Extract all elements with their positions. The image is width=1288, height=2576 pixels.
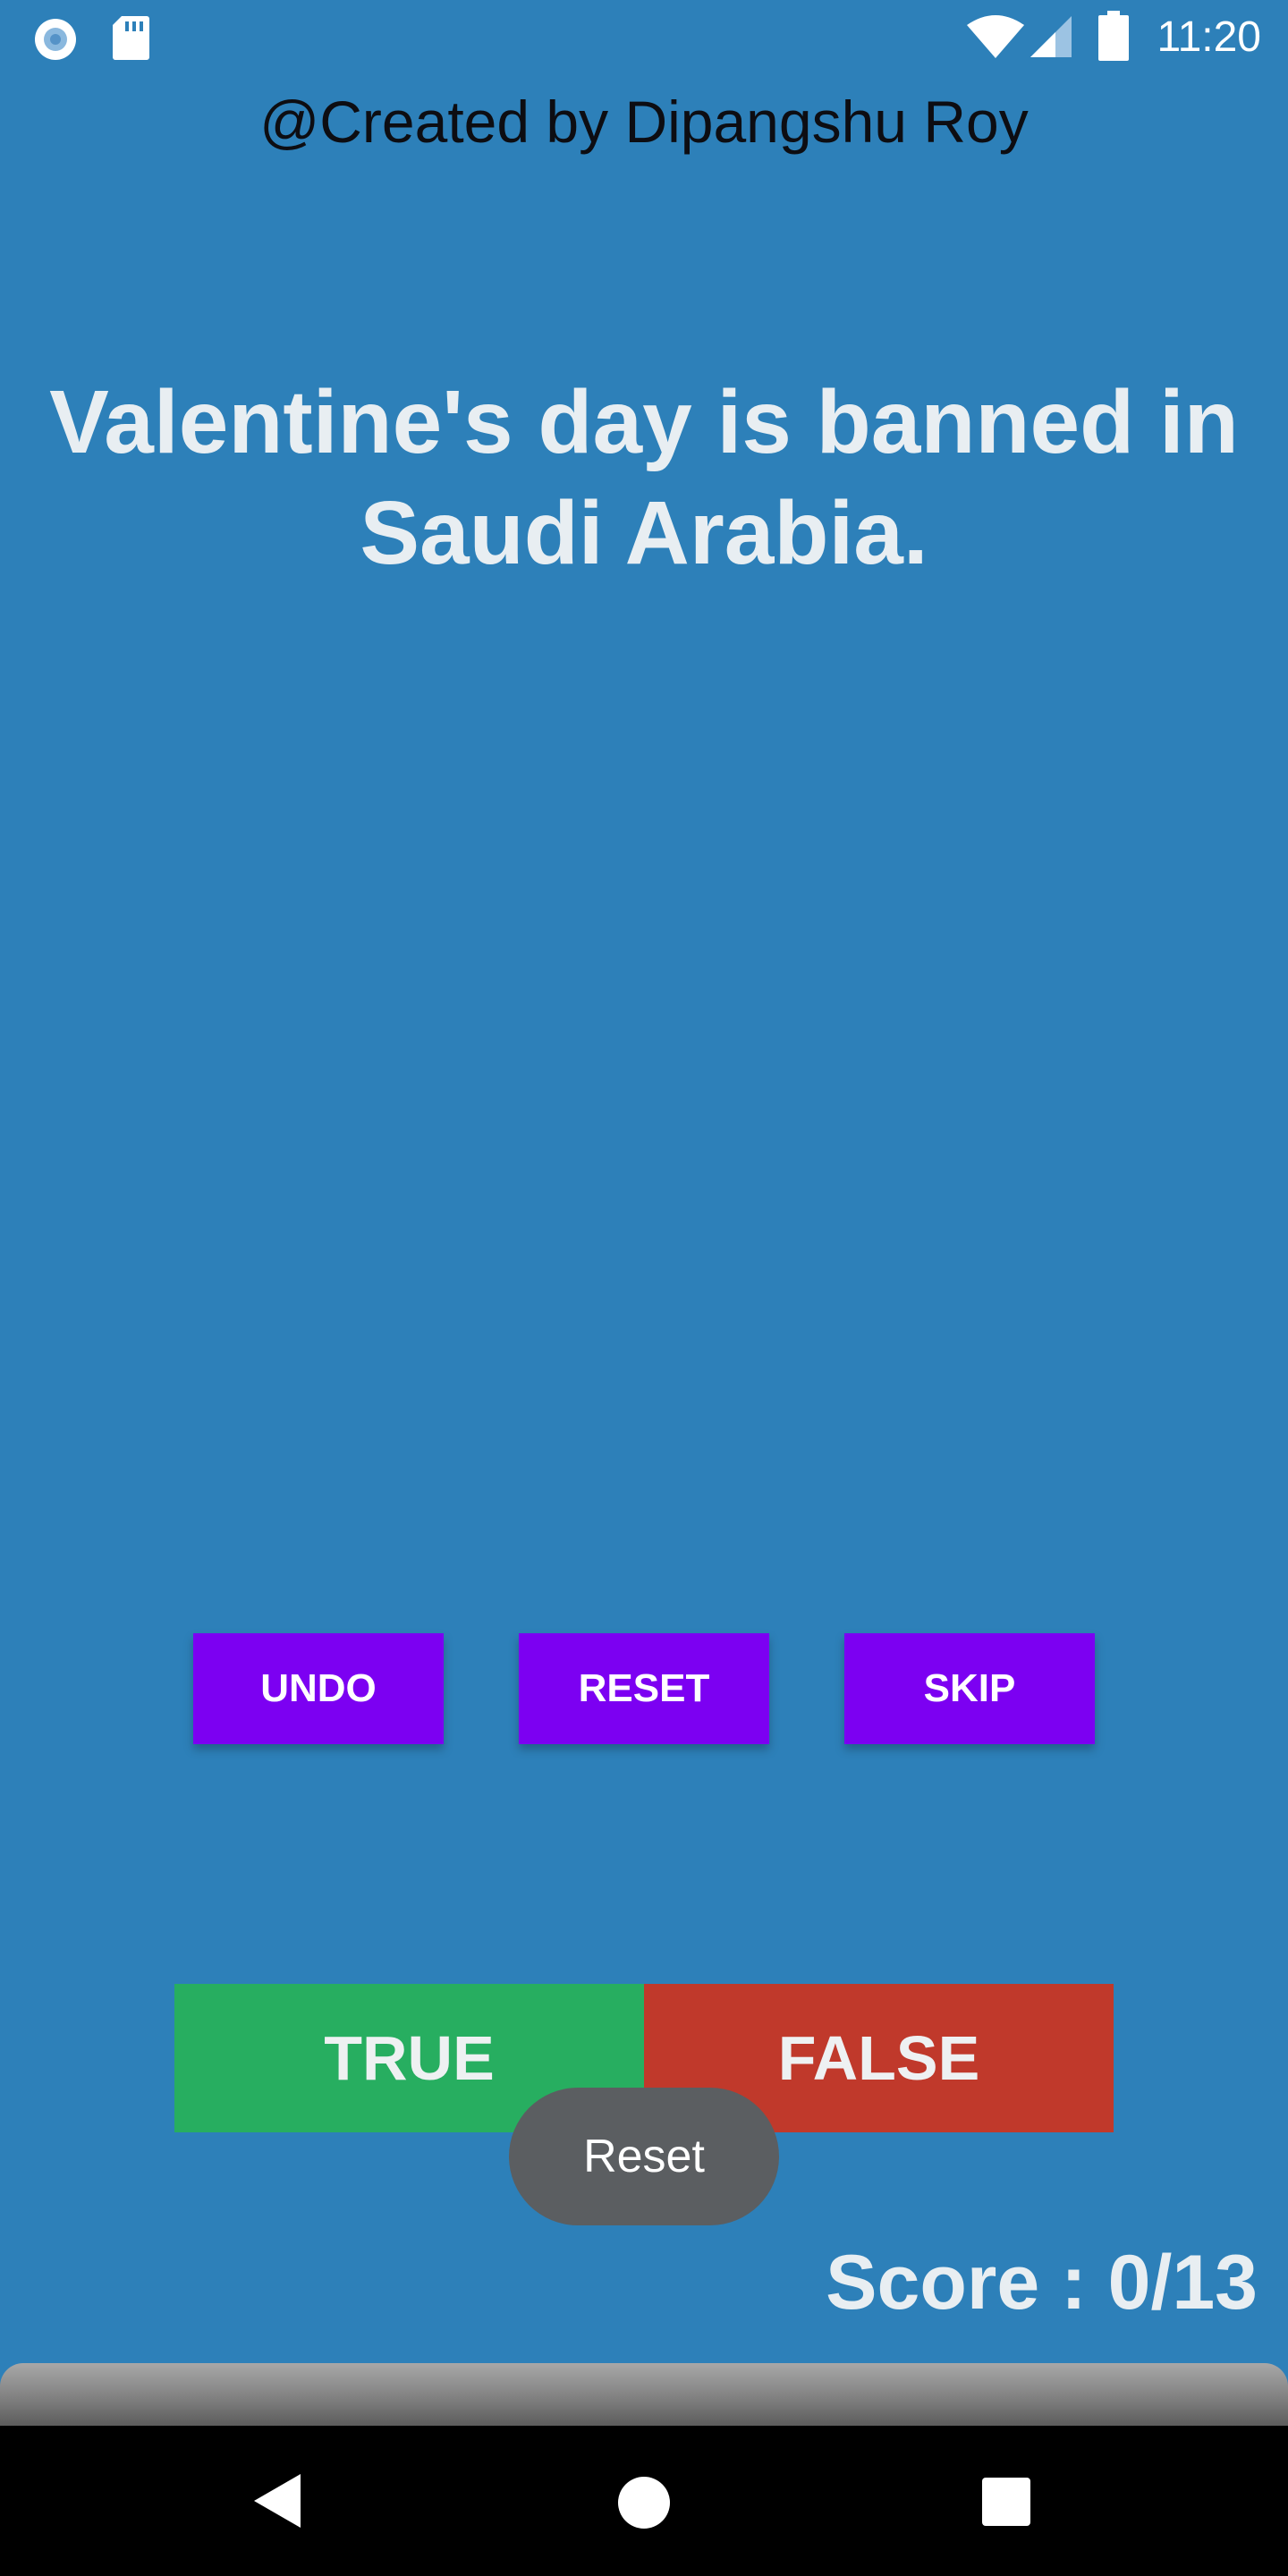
back-icon[interactable] (250, 2472, 304, 2534)
sd-card-icon (111, 14, 150, 65)
question-text: Valentine's day is banned in Saudi Arabi… (49, 372, 1239, 583)
status-time: 11:20 (1157, 13, 1261, 61)
recents-icon[interactable] (982, 2478, 1030, 2530)
status-bar: 11:20 (0, 0, 1288, 75)
undo-button[interactable]: UNDO (193, 1633, 444, 1744)
home-icon[interactable] (617, 2476, 671, 2534)
credit-text: @Created by Dipangshu Roy (259, 89, 1029, 155)
wifi-icon (966, 14, 1025, 64)
bottom-scroll-edge (0, 2363, 1288, 2426)
record-icon (32, 16, 79, 67)
skip-button[interactable]: SKIP (844, 1633, 1095, 1744)
score-text: Score : 0/13 (826, 2240, 1258, 2326)
toast-message: Reset (509, 2088, 779, 2225)
cellular-signal-icon (1029, 14, 1073, 64)
reset-button[interactable]: RESET (519, 1633, 769, 1744)
navigation-bar (0, 2426, 1288, 2576)
battery-icon (1098, 11, 1129, 65)
